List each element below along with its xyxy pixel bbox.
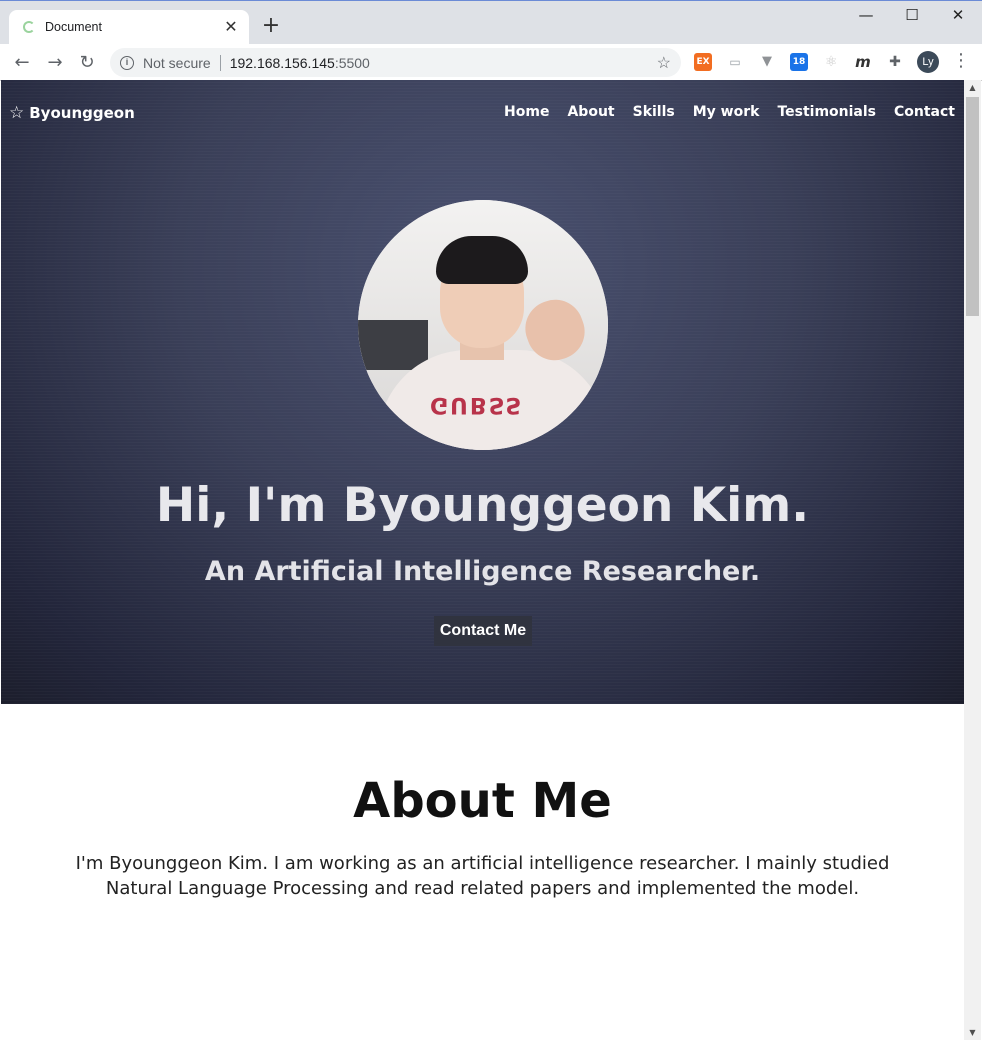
react-devtools-icon[interactable]: ⚛ xyxy=(822,53,840,71)
minimize-button[interactable]: — xyxy=(843,6,889,28)
browser-chrome: Document ✕ + — ☐ ✕ ← → ↻ i Not secure 19… xyxy=(0,0,982,81)
scrollbar-thumb[interactable] xyxy=(966,97,979,316)
shirt-print: GUBSS xyxy=(430,392,524,417)
reader-extension-icon[interactable]: ▭ xyxy=(726,53,744,71)
back-arrow-icon[interactable]: ← xyxy=(11,52,33,73)
photo-shadow xyxy=(358,320,428,370)
scroll-down-icon[interactable]: ▼ xyxy=(964,1025,981,1040)
url-host: 192.168.156.145 xyxy=(229,54,335,71)
hero-title: Hi, I'm Byounggeon Kim. xyxy=(155,478,810,533)
more-menu-icon[interactable]: ⋮ xyxy=(952,50,970,71)
maximize-button[interactable]: ☐ xyxy=(889,6,935,28)
browser-toolbar: ← → ↻ i Not secure 192.168.156.145:5500 … xyxy=(0,44,982,81)
star-icon: ☆ xyxy=(9,103,25,123)
main-nav: Home About Skills My work Testimonials C… xyxy=(504,104,955,120)
info-icon[interactable]: i xyxy=(120,55,134,70)
brand-link[interactable]: ☆ Byounggeon xyxy=(9,103,135,123)
loading-spinner-icon xyxy=(23,21,35,33)
nav-home[interactable]: Home xyxy=(504,104,549,120)
nav-about[interactable]: About xyxy=(567,104,614,120)
hero-section: ☆ Byounggeon Home About Skills My work T… xyxy=(1,80,964,704)
profile-avatar[interactable]: Ly xyxy=(917,51,939,73)
profile-photo: GUBSS xyxy=(358,200,608,450)
security-label: Not secure xyxy=(143,54,211,71)
vue-devtools-icon[interactable]: ▼ xyxy=(758,53,776,71)
address-bar[interactable]: i Not secure 192.168.156.145:5500 ☆ xyxy=(110,48,681,77)
forward-arrow-icon[interactable]: → xyxy=(44,52,66,73)
tab-counter-icon[interactable]: 18 xyxy=(790,53,808,71)
close-window-button[interactable]: ✕ xyxy=(935,6,981,28)
nav-contact[interactable]: Contact xyxy=(894,104,955,120)
reload-icon[interactable]: ↻ xyxy=(76,52,98,73)
nav-testimonials[interactable]: Testimonials xyxy=(777,104,876,120)
brand-name: Byounggeon xyxy=(29,104,135,122)
vertical-scrollbar[interactable]: ▲ ▼ xyxy=(964,80,981,1040)
contact-me-button[interactable]: Contact Me xyxy=(434,616,532,646)
new-tab-button[interactable]: + xyxy=(260,13,282,38)
hero-subtitle: An Artificial Intelligence Researcher. xyxy=(204,556,761,587)
browser-tab[interactable]: Document ✕ xyxy=(9,10,249,44)
page-viewport: ☆ Byounggeon Home About Skills My work T… xyxy=(1,80,964,1040)
scroll-up-icon[interactable]: ▲ xyxy=(964,80,981,95)
nav-my-work[interactable]: My work xyxy=(693,104,760,120)
address-divider xyxy=(219,54,221,71)
bookmark-star-icon[interactable]: ☆ xyxy=(657,53,671,73)
ex-extension-icon[interactable]: EX xyxy=(694,53,712,71)
about-heading: About Me xyxy=(353,773,612,829)
tab-title: Document xyxy=(45,20,102,34)
m-extension-icon[interactable]: m xyxy=(854,53,872,71)
extensions-puzzle-icon[interactable]: ✚ xyxy=(886,53,904,71)
url-port: :5500 xyxy=(334,54,370,71)
tab-close-icon[interactable]: ✕ xyxy=(223,17,239,37)
about-text: I'm Byounggeon Kim. I am working as an a… xyxy=(75,853,890,899)
nav-skills[interactable]: Skills xyxy=(633,104,675,120)
photo-hair xyxy=(436,236,528,284)
